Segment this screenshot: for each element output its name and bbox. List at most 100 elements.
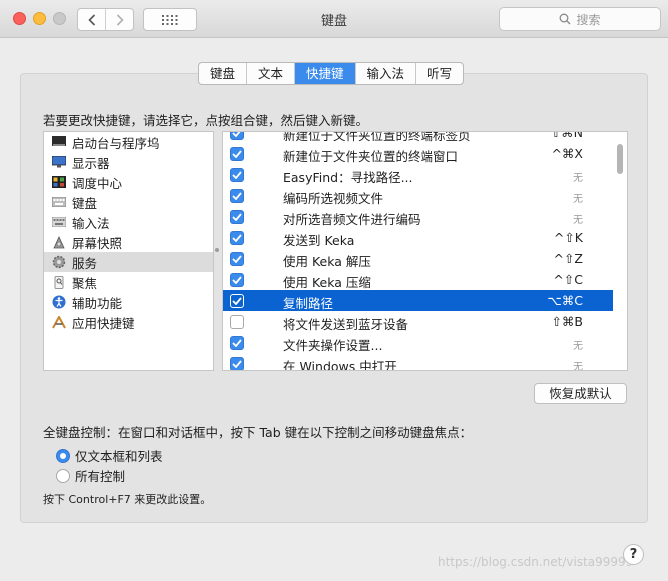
title-bar: 键盘 搜索	[0, 0, 668, 38]
shortcut-label: 使用 Keka 解压	[283, 254, 371, 269]
shortcut-row[interactable]: 新建位于文件夹位置的终端窗口 ^⌘X	[223, 143, 613, 164]
category-item-services[interactable]: 服务	[44, 252, 213, 272]
category-label: 聚焦	[72, 275, 98, 291]
back-button[interactable]	[78, 9, 105, 30]
shortcut-checkbox[interactable]	[230, 357, 244, 370]
shortcut-key[interactable]: 无	[573, 358, 583, 370]
shortcut-label: 对所选音频文件进行编码	[283, 212, 421, 227]
shortcut-list[interactable]: 新建位于文件夹位置的终端标签页 ⇧⌘N 新建位于文件夹位置的终端窗口 ^⌘X E…	[222, 131, 628, 371]
forward-button[interactable]	[105, 9, 133, 30]
shortcut-checkbox[interactable]	[230, 294, 244, 308]
category-item-accessibility[interactable]: 辅助功能	[44, 292, 213, 312]
category-list[interactable]: 启动台与程序坞 显示器 调度中心 键盘 输入法 屏幕快照 服务 聚焦 辅助功能 …	[43, 131, 214, 371]
shortcut-key[interactable]: ^⌘X	[551, 146, 583, 161]
shortcut-row[interactable]: 对所选音频文件进行编码 无	[223, 206, 613, 227]
shortcut-row[interactable]: EasyFind：寻找路径... 无	[223, 164, 613, 185]
help-button[interactable]: ?	[623, 544, 644, 565]
shortcut-checkbox[interactable]	[230, 210, 244, 224]
shortcut-key[interactable]: ^⇧K	[554, 230, 583, 245]
shortcut-checkbox[interactable]	[230, 168, 244, 182]
shortcut-key[interactable]: 无	[573, 211, 583, 226]
shortcut-label: 使用 Keka 压缩	[283, 275, 371, 290]
shortcut-key[interactable]: ^⇧C	[553, 272, 583, 287]
show-all-button[interactable]	[143, 8, 197, 31]
gear-icon	[52, 255, 66, 269]
shortcut-checkbox[interactable]	[230, 315, 244, 329]
app-shortcuts-icon	[52, 315, 66, 329]
tab-dictation[interactable]: 听写	[415, 63, 463, 84]
shortcut-key[interactable]: ⇧⌘B	[551, 314, 583, 329]
shortcut-key[interactable]: 无	[573, 169, 583, 184]
shortcut-list-scrollbar[interactable]	[617, 144, 623, 174]
checkmark-icon	[232, 297, 242, 305]
shortcut-hint: 按下 Control+F7 来更改此设置。	[43, 493, 212, 506]
shortcut-row[interactable]: 文件夹操作设置... 无	[223, 332, 613, 353]
tab-shortcuts[interactable]: 快捷键	[294, 63, 355, 84]
radio-button-selected[interactable]	[56, 448, 70, 463]
shortcut-key[interactable]: 无	[573, 190, 583, 205]
tab-bar: 键盘 文本 快捷键 输入法 听写	[198, 62, 465, 85]
category-item-screenshot[interactable]: 屏幕快照	[44, 232, 213, 252]
checkmark-icon	[232, 132, 241, 137]
category-label: 屏幕快照	[72, 235, 123, 251]
shortcut-row-selected[interactable]: 复制路径 ⌥⌘C	[223, 290, 613, 311]
shortcut-key[interactable]: 无	[573, 337, 583, 352]
tab-input-sources[interactable]: 输入法	[354, 63, 416, 84]
shortcut-checkbox[interactable]	[230, 252, 244, 266]
category-item-display[interactable]: 显示器	[44, 152, 213, 172]
radio-all-controls[interactable]: 所有控制	[56, 466, 125, 485]
category-item-app-shortcuts[interactable]: 应用快捷键	[44, 312, 213, 332]
category-item-keyboard[interactable]: 键盘	[44, 192, 213, 212]
shortcut-key[interactable]: ⇧⌘N	[551, 132, 583, 140]
checkmark-icon	[232, 171, 242, 179]
split-view-divider[interactable]	[214, 246, 220, 254]
tab-text[interactable]: 文本	[246, 63, 294, 84]
category-item-launchpad[interactable]: 启动台与程序坞	[44, 132, 213, 152]
checkmark-icon	[232, 234, 242, 242]
category-label: 启动台与程序坞	[72, 135, 160, 151]
minimize-window-button[interactable]	[33, 12, 46, 25]
search-icon	[560, 13, 571, 25]
chevron-left-icon	[88, 13, 95, 26]
shortcut-row[interactable]: 在 Windows 中打开 无	[223, 353, 613, 371]
input-method-icon	[52, 216, 66, 229]
shortcut-row[interactable]: 发送到 Keka ^⇧K	[223, 227, 613, 248]
screenshot-icon	[52, 235, 66, 249]
category-label: 输入法	[72, 215, 110, 231]
shortcut-row[interactable]: 编码所选视频文件 无	[223, 185, 613, 206]
tab-keyboard[interactable]: 键盘	[199, 63, 246, 84]
grid-icon	[162, 14, 178, 25]
category-label: 键盘	[72, 195, 98, 211]
search-field[interactable]: 搜索	[499, 7, 661, 31]
shortcut-checkbox[interactable]	[230, 132, 244, 140]
shortcut-row[interactable]: 使用 Keka 解压 ^⇧Z	[223, 248, 613, 269]
radio-button[interactable]	[56, 468, 70, 483]
close-window-button[interactable]	[13, 12, 26, 25]
shortcut-label: 将文件发送到蓝牙设备	[283, 317, 409, 332]
shortcut-row[interactable]: 新建位于文件夹位置的终端标签页 ⇧⌘N	[223, 132, 613, 143]
keyboard-icon	[52, 196, 66, 209]
checkmark-icon	[232, 360, 242, 368]
shortcut-key[interactable]: ^⇧Z	[553, 251, 583, 266]
shortcut-key[interactable]: ⌥⌘C	[547, 293, 583, 308]
shortcut-checkbox[interactable]	[230, 273, 244, 287]
shortcut-row[interactable]: 使用 Keka 压缩 ^⇧C	[223, 269, 613, 290]
shortcut-checkbox[interactable]	[230, 189, 244, 203]
category-item-spotlight[interactable]: 聚焦	[44, 272, 213, 292]
restore-defaults-button[interactable]: 恢复成默认	[534, 383, 627, 404]
category-item-mission-control[interactable]: 调度中心	[44, 172, 213, 192]
shortcut-checkbox[interactable]	[230, 147, 244, 161]
category-label: 辅助功能	[72, 295, 123, 311]
shortcut-label: 新建位于文件夹位置的终端窗口	[283, 149, 459, 164]
radio-text-boxes-only[interactable]: 仅文本框和列表	[56, 446, 163, 465]
shortcut-label: 在 Windows 中打开	[283, 359, 397, 371]
display-icon	[52, 156, 66, 169]
mission-control-icon	[52, 176, 66, 189]
shortcut-label: 复制路径	[283, 296, 334, 311]
shortcut-checkbox[interactable]	[230, 231, 244, 245]
watermark-text: https://blog.csdn.net/vista99999	[438, 555, 634, 569]
category-item-input-method[interactable]: 输入法	[44, 212, 213, 232]
shortcut-checkbox[interactable]	[230, 336, 244, 350]
zoom-window-button[interactable]	[53, 12, 66, 25]
shortcut-row[interactable]: 将文件发送到蓝牙设备 ⇧⌘B	[223, 311, 613, 332]
